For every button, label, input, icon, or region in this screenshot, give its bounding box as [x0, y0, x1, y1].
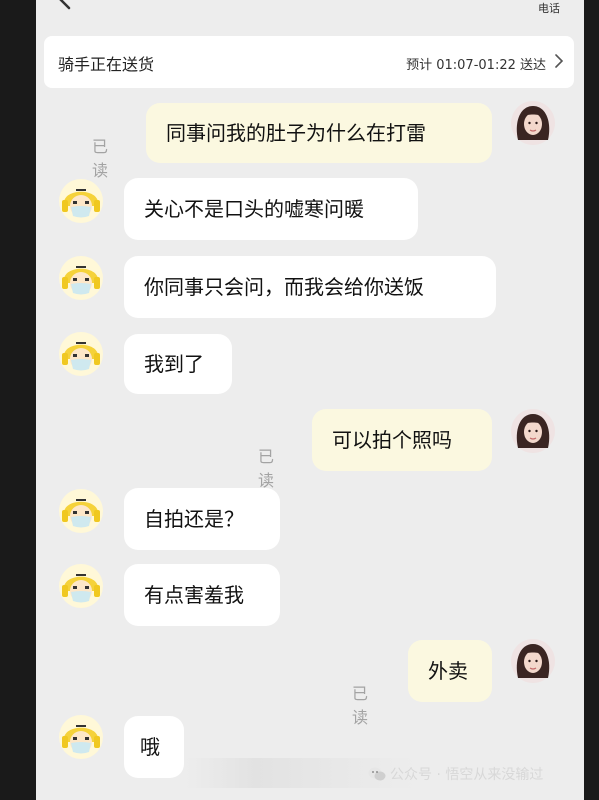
rider-avatar-icon[interactable] — [58, 714, 104, 760]
rider-avatar-icon[interactable] — [58, 488, 104, 534]
user-avatar-icon[interactable] — [510, 100, 556, 146]
delivery-status-card[interactable]: 骑手正在送货 预计 01:07-01:22 送达 — [44, 36, 574, 88]
message-bubble[interactable]: 外卖 — [408, 640, 492, 702]
message-bubble[interactable]: 哦 — [124, 716, 184, 778]
user-avatar-icon[interactable] — [510, 638, 556, 684]
top-bar: 电话 — [36, 0, 584, 30]
watermark: 公众号 · 悟空从来没输过 — [368, 764, 543, 784]
delivery-eta: 预计 01:07-01:22 送达 — [406, 58, 546, 73]
user-avatar-icon[interactable] — [510, 408, 556, 454]
read-receipt: 已读 — [352, 684, 369, 727]
delivery-status: 骑手正在送货 — [58, 55, 155, 74]
message-bubble[interactable]: 我到了 — [124, 334, 232, 394]
message-bubble[interactable]: 有点害羞我 — [124, 564, 280, 626]
chevron-left-icon[interactable] — [56, 0, 76, 10]
rider-avatar-icon[interactable] — [58, 178, 104, 224]
message-bubble[interactable]: 可以拍个照吗 — [312, 409, 492, 471]
wechat-icon — [368, 767, 386, 781]
message-bubble[interactable]: 你同事只会问，而我会给你送饭 — [124, 256, 496, 318]
rider-avatar-icon[interactable] — [58, 255, 104, 301]
chat-screen: 电话 骑手正在送货 预计 01:07-01:22 送达 已读 同事问我的肚子为什… — [36, 0, 584, 800]
read-receipt: 已读 — [258, 447, 275, 490]
message-bubble[interactable]: 自拍还是？ — [124, 488, 280, 550]
message-bubble[interactable]: 同事问我的肚子为什么在打雷 — [146, 103, 492, 163]
chevron-right-icon — [555, 54, 564, 68]
read-receipt: 已读 — [92, 137, 109, 180]
watermark-text: 公众号 · 悟空从来没输过 — [390, 767, 544, 783]
message-bubble[interactable]: 关心不是口头的嘘寒问暖 — [124, 178, 418, 240]
phone-label[interactable]: 电话 — [538, 0, 560, 16]
rider-avatar-icon[interactable] — [58, 331, 104, 377]
rider-avatar-icon[interactable] — [58, 563, 104, 609]
